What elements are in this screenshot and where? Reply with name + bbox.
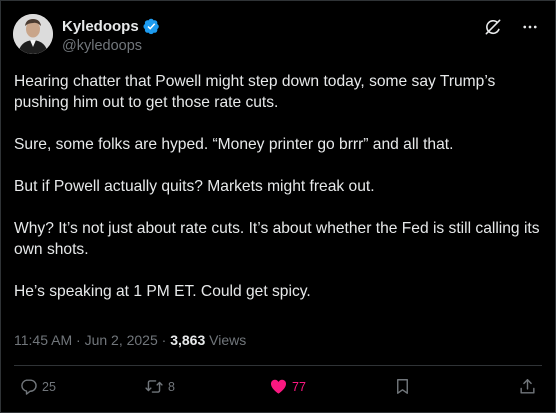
author-name[interactable]: Kyledoops <box>62 18 139 35</box>
action-bar: 25 8 77 <box>1 377 555 401</box>
tweet-paragraph: Sure, some folks are hyped. “Money print… <box>14 136 454 153</box>
tweet-paragraph: Hearing chatter that Powell might step d… <box>14 73 496 111</box>
reply-count: 25 <box>42 379 56 394</box>
author-block: Kyledoops @kyledoops <box>62 17 160 54</box>
retweet-button[interactable]: 8 <box>144 377 175 396</box>
top-actions <box>483 17 539 37</box>
avatar-photo <box>13 14 53 54</box>
divider <box>14 365 542 366</box>
tweet-meta: 11:45 AM · Jun 2, 2025 · 3,863 Views <box>14 332 246 348</box>
tweet-date[interactable]: Jun 2, 2025 <box>85 332 158 348</box>
views-count: 3,863 <box>170 332 206 348</box>
heart-icon <box>269 377 288 396</box>
like-count: 77 <box>292 379 306 394</box>
tweet-card: Kyledoops @kyledoops Hearing chatter tha… <box>0 0 556 413</box>
retweet-icon <box>144 377 164 396</box>
avatar[interactable] <box>13 14 53 54</box>
tweet-paragraph: He’s speaking at 1 PM ET. Could get spic… <box>14 283 311 300</box>
like-button[interactable]: 77 <box>269 377 306 396</box>
author-handle[interactable]: @kyledoops <box>62 38 160 54</box>
share-icon <box>518 377 537 396</box>
views-label: Views <box>209 332 247 348</box>
tweet-paragraph: Why? It’s not just about rate cuts. It’s… <box>14 220 540 258</box>
tweet-text: Hearing chatter that Powell might step d… <box>14 71 544 323</box>
verified-badge-icon <box>143 18 160 35</box>
more-icon[interactable] <box>521 18 539 36</box>
share-button[interactable] <box>518 377 537 396</box>
tweet-paragraph: But if Powell actually quits? Markets mi… <box>14 178 375 195</box>
grok-icon[interactable] <box>483 17 503 37</box>
meta-separator: · <box>76 332 81 348</box>
tweet-time[interactable]: 11:45 AM <box>14 332 72 348</box>
reply-icon <box>19 377 38 396</box>
bookmark-button[interactable] <box>393 377 412 396</box>
reply-button[interactable]: 25 <box>19 377 56 396</box>
bookmark-icon <box>393 377 412 396</box>
retweet-count: 8 <box>168 379 175 394</box>
meta-separator: · <box>161 332 167 348</box>
